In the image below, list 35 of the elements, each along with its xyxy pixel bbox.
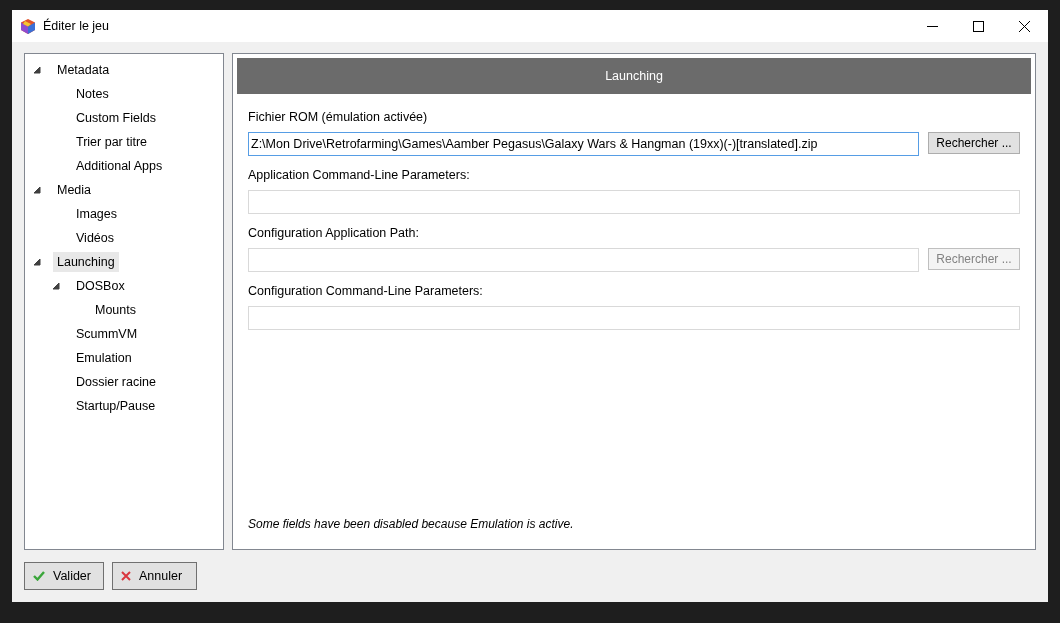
cancel-button[interactable]: Annuler — [112, 562, 197, 590]
tree-item[interactable]: Notes — [72, 84, 113, 104]
tree-item[interactable]: DOSBox — [72, 276, 129, 296]
cross-icon — [121, 571, 131, 581]
expanded-arrow-icon[interactable] — [52, 282, 60, 290]
tree-item[interactable]: Startup/Pause — [72, 396, 160, 416]
tree-item[interactable]: Trier par titre — [72, 132, 152, 152]
tree-item[interactable]: Mounts — [91, 300, 140, 320]
expanded-arrow-icon[interactable] — [33, 186, 41, 194]
window-title: Éditer le jeu — [43, 17, 109, 35]
tree-item[interactable]: Metadata — [53, 60, 114, 80]
checkmark-icon — [33, 571, 45, 581]
section-header: Launching — [237, 58, 1031, 94]
expanded-arrow-icon[interactable] — [33, 258, 41, 266]
field-label: Configuration Application Path: — [248, 225, 420, 242]
tree-item[interactable]: ScummVM — [72, 324, 142, 344]
tree-item[interactable]: Media — [53, 180, 96, 200]
app-cube-icon — [21, 18, 35, 34]
browse-button[interactable]: Rechercher ... — [928, 132, 1020, 154]
status-note: Some fields have been disabled because Emulation is active. — [248, 516, 575, 533]
tree-item[interactable]: Additional Apps — [72, 156, 167, 176]
maximize-icon — [972, 20, 984, 32]
input-field[interactable]: Z:\Mon Drive\Retrofarming\Games\Aamber Pegasus\Galaxy Wars & Hangman (19xx)(-)[translated].zip — [248, 132, 919, 156]
tree-item[interactable]: Images — [72, 204, 121, 224]
tree-item[interactable]: Launching — [53, 252, 119, 272]
ok-button[interactable]: Valider — [24, 562, 104, 590]
field-label: Application Command-Line Parameters: — [248, 167, 471, 184]
expanded-arrow-icon[interactable] — [33, 66, 41, 74]
tree-item[interactable]: Custom Fields — [72, 108, 160, 128]
field-label: Configuration Command-Line Parameters: — [248, 283, 484, 300]
tree-item[interactable]: Emulation — [72, 348, 136, 368]
tree-item[interactable]: Dossier racine — [72, 372, 160, 392]
field-label: Fichier ROM (émulation activée) — [248, 109, 429, 126]
close-icon — [1018, 20, 1030, 32]
tree-item[interactable]: Vidéos — [72, 228, 118, 248]
